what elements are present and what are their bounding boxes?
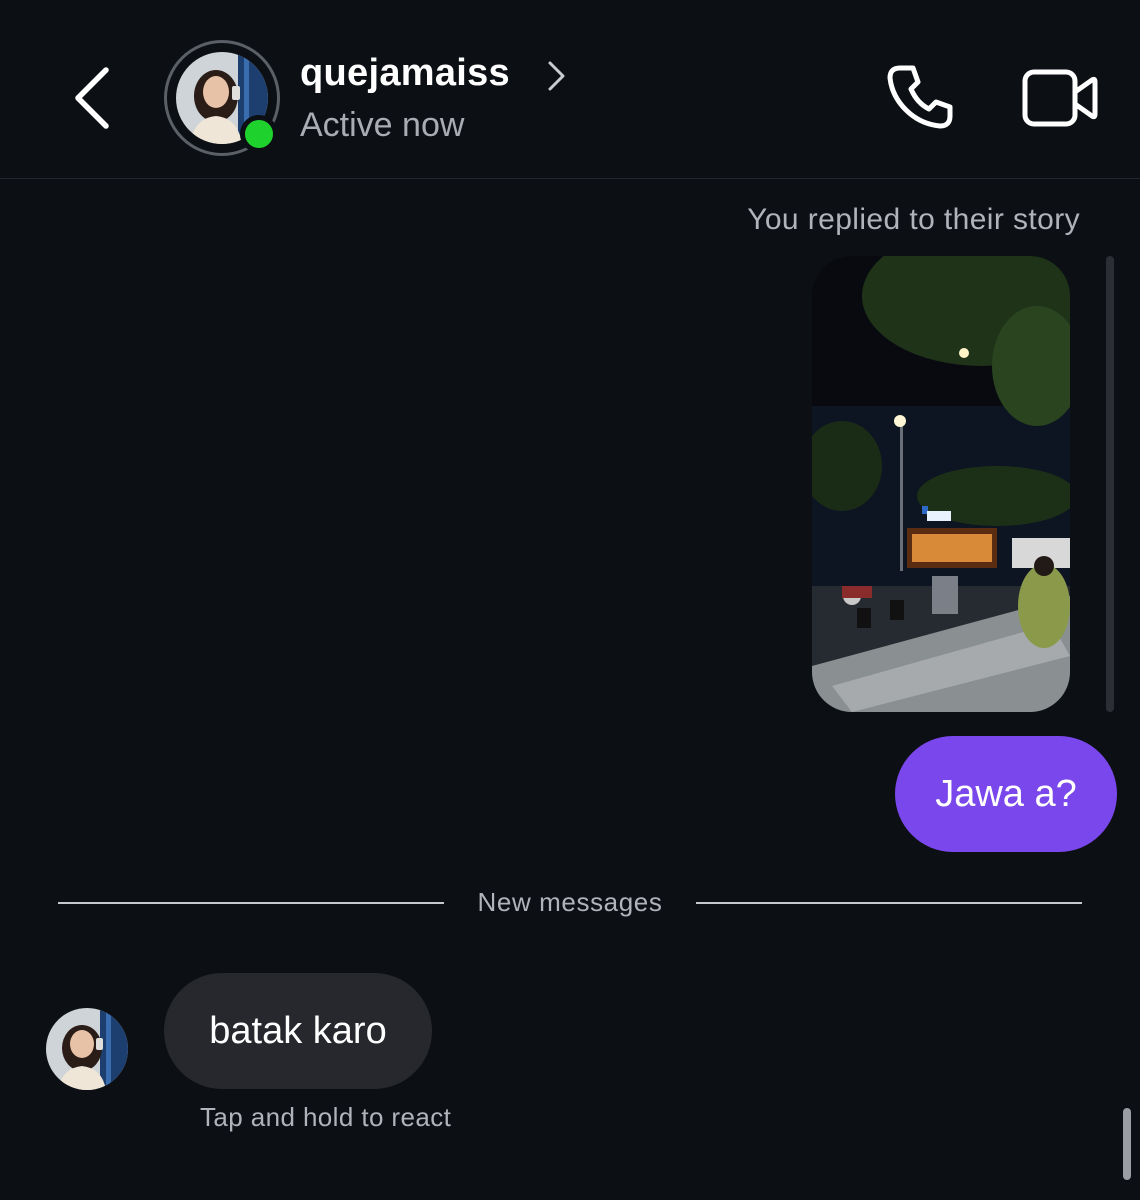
chat-scrollbar[interactable] [1123,1108,1131,1180]
react-hint: Tap and hold to react [200,1102,452,1132]
video-camera-icon[interactable] [1020,66,1100,130]
story-reply-note: You replied to their story [747,203,1080,236]
chat-header: quejamaiss Active now [0,0,1140,179]
chevron-left-icon[interactable] [66,64,118,132]
story-scrollbar[interactable] [1106,256,1114,712]
divider-line-right [696,902,1082,904]
outgoing-message-bubble[interactable]: Jawa a? [895,736,1117,852]
active-status: Active now [300,106,465,144]
phone-icon[interactable] [884,62,956,134]
online-status-dot [240,115,278,153]
new-messages-divider: New messages [477,887,663,917]
chevron-right-icon[interactable] [544,58,568,94]
incoming-message-bubble[interactable]: batak karo [164,973,432,1089]
divider-line-left [58,902,444,904]
chat-username[interactable]: quejamaiss [300,52,510,95]
sender-avatar[interactable] [46,1008,128,1090]
story-preview-image[interactable] [812,256,1070,712]
